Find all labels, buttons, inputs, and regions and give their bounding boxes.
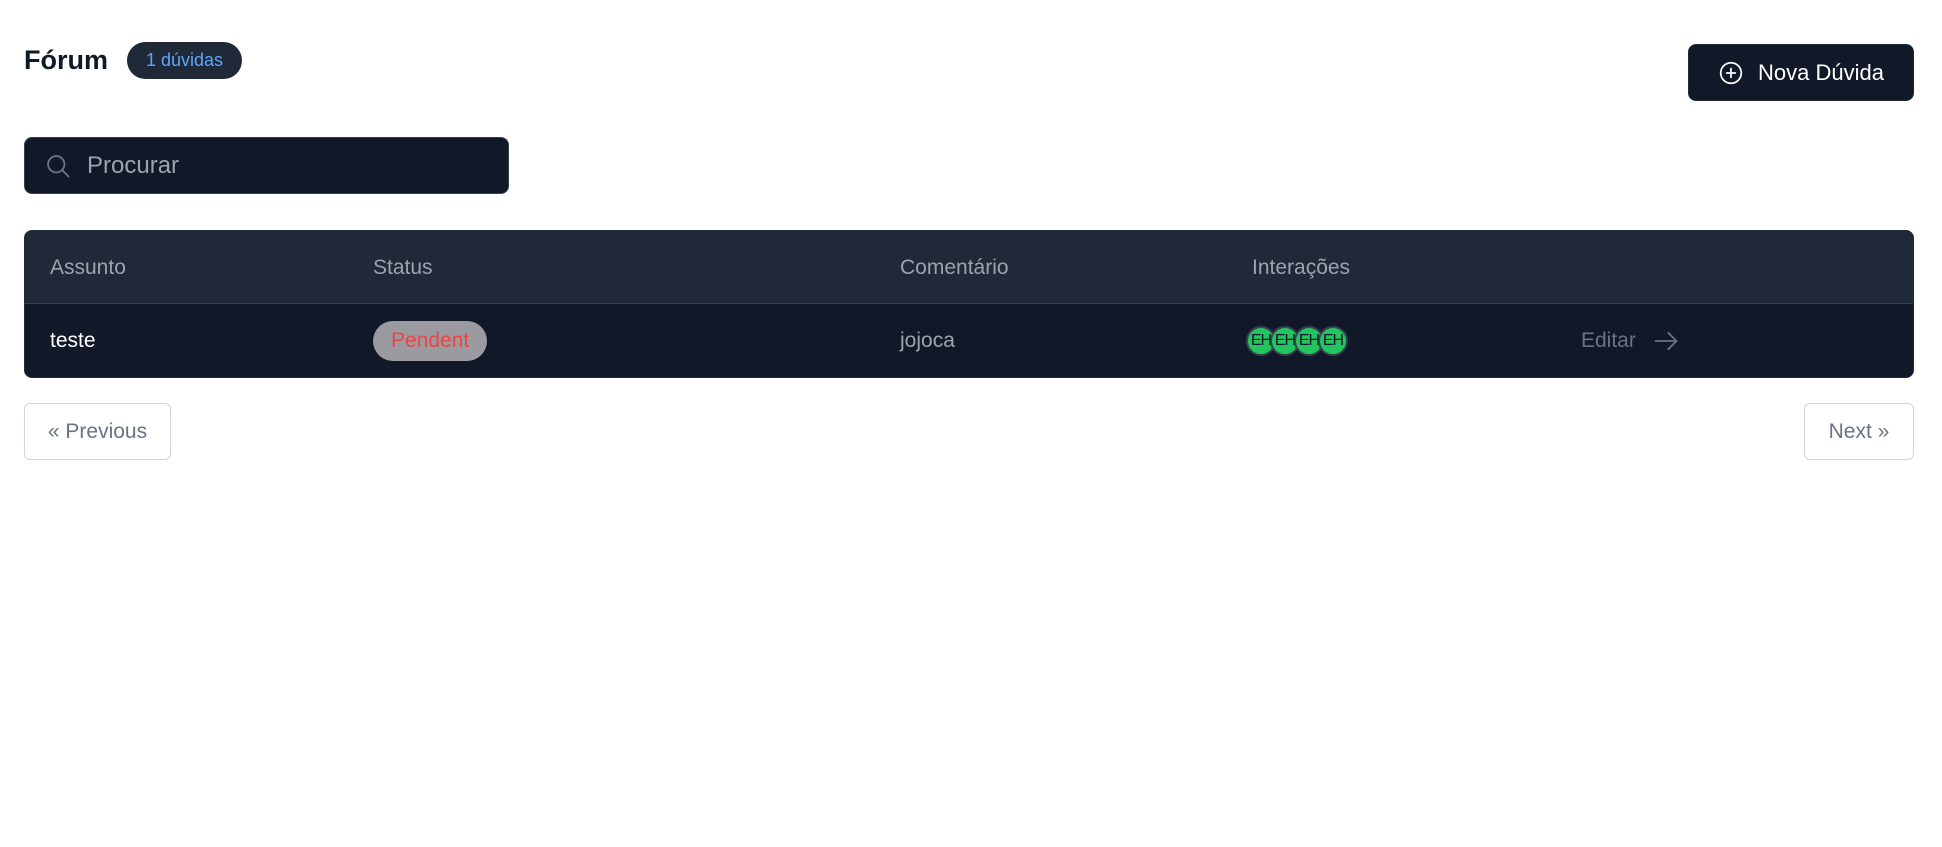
edit-link[interactable]: Editar (1581, 327, 1680, 355)
new-question-button[interactable]: Nova Dúvida (1688, 44, 1914, 101)
question-count-badge: 1 dúvidas (127, 42, 243, 79)
next-page-button[interactable]: Next » (1804, 403, 1914, 460)
page-title: Fórum (24, 45, 108, 75)
search-input[interactable] (87, 151, 467, 180)
row-status-cell: Pendent (373, 304, 488, 377)
questions-table: Assunto Status Comentário Interações tes… (24, 230, 1914, 378)
row-action-cell: Editar (1581, 304, 1680, 377)
row-interactions: EH EH EH EH (1246, 304, 1348, 377)
column-header-status: Status (373, 256, 433, 279)
column-header-comment: Comentário (900, 256, 1009, 279)
previous-page-button[interactable]: « Previous (24, 403, 171, 460)
plus-circle-icon (1718, 60, 1744, 86)
arrow-right-icon (1652, 327, 1680, 355)
table-header: Assunto Status Comentário Interações (25, 231, 1913, 304)
row-subject: teste (50, 329, 96, 352)
page-header: Fórum 1 dúvidas (24, 42, 243, 79)
avatar: EH (1318, 326, 1348, 356)
search-box (24, 137, 509, 194)
column-header-interactions: Interações (1252, 256, 1351, 279)
status-badge: Pendent (373, 321, 488, 361)
column-header-subject: Assunto (50, 256, 126, 279)
table-row: teste Pendent jojoca EH EH EH EH Editar (25, 304, 1913, 377)
interaction-avatars: EH EH EH EH (1246, 326, 1348, 356)
edit-label: Editar (1581, 329, 1636, 352)
row-comment: jojoca (900, 329, 955, 352)
search-icon (44, 152, 72, 180)
new-question-label: Nova Dúvida (1758, 59, 1884, 85)
